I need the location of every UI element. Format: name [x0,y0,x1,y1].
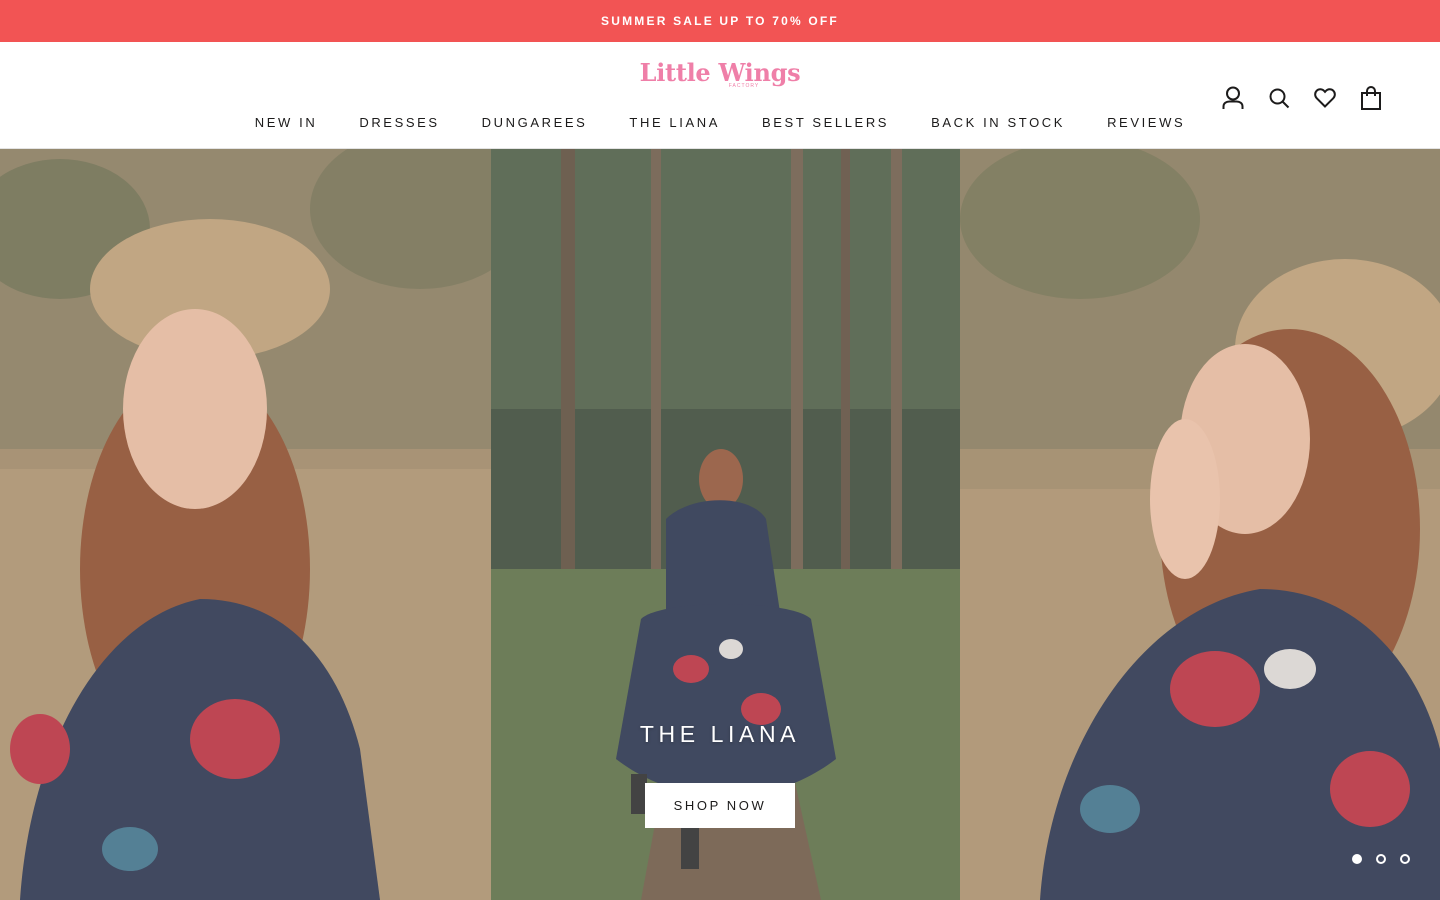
nav-item-new-in[interactable]: NEW IN [234,115,339,130]
nav-item-best-sellers[interactable]: BEST SELLERS [741,115,910,130]
announcement-text: SUMMER SALE UP TO 70% OFF [601,14,839,28]
logo-subtext: FACTORY [728,82,760,89]
announcement-bar: SUMMER SALE UP TO 70% OFF [0,0,1440,42]
hero-slideshow: THE LIANA SHOP NOW [0,149,1440,900]
slide-dot-2[interactable] [1376,854,1386,864]
slide-dot-3[interactable] [1400,854,1410,864]
nav-item-reviews[interactable]: REVIEWS [1086,115,1206,130]
shopping-bag-icon [1361,86,1381,110]
nav-item-dresses[interactable]: DRESSES [338,115,460,130]
shop-now-button[interactable]: SHOP NOW [645,783,795,828]
heart-icon [1314,88,1336,108]
nav-item-dungarees[interactable]: DUNGAREES [461,115,609,130]
nav-item-the-liana[interactable]: THE LIANA [608,115,741,130]
slide-dot-1[interactable] [1352,854,1362,864]
logo-wordmark: Little Wings [639,57,801,87]
account-icon [1222,86,1244,110]
hero-content: THE LIANA SHOP NOW [0,721,1440,828]
nav-item-back-in-stock[interactable]: BACK IN STOCK [910,115,1086,130]
main-nav: NEW IN DRESSES DUNGAREES THE LIANA BEST … [0,110,1440,134]
slideshow-dots [1352,854,1410,864]
site-header: Little Wings FACTORY NEW IN DRESSES DUNG… [0,42,1440,149]
search-icon [1269,88,1290,109]
hero-title: THE LIANA [639,721,801,747]
